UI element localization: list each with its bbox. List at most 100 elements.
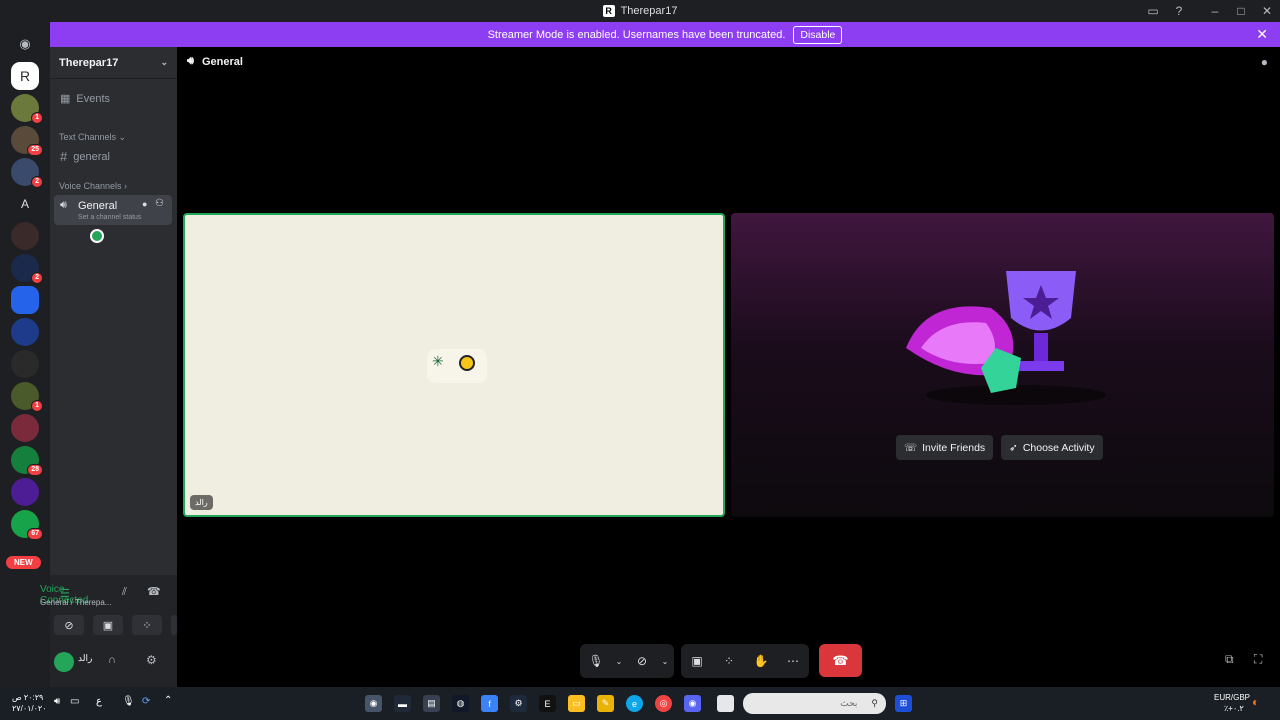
- rocket-icon: ➶: [1009, 441, 1018, 454]
- participant-avatar: ✳: [427, 349, 487, 383]
- mention-badge: 1: [31, 400, 43, 412]
- add-friend-icon: ☏: [904, 441, 918, 454]
- network-icon[interactable]: ▭: [70, 696, 79, 707]
- trophy-illustration-icon: [906, 271, 1106, 405]
- server-icon-2[interactable]: 25: [11, 126, 43, 156]
- voice-member-avatar[interactable]: [90, 229, 104, 243]
- server-icon-3[interactable]: 2: [11, 158, 43, 188]
- taskbar-app-5[interactable]: f: [481, 695, 498, 712]
- server-icon-therepar[interactable]: R: [11, 62, 39, 90]
- participant-name: رالد: [190, 495, 213, 510]
- server-icon-12[interactable]: [11, 478, 39, 506]
- voice-category-label: Voice Channels: [59, 181, 122, 191]
- discord-taskbar-icon[interactable]: ◉: [684, 695, 701, 712]
- server-icon-11[interactable]: 28: [11, 446, 43, 476]
- disconnect-icon[interactable]: ☎: [147, 585, 161, 598]
- edge-icon[interactable]: e: [626, 695, 643, 712]
- screen-share-button[interactable]: ▣: [681, 644, 713, 678]
- disable-streamer-button[interactable]: Disable: [793, 25, 843, 44]
- server-icon-9[interactable]: 1: [11, 382, 43, 412]
- epic-icon[interactable]: E: [539, 695, 556, 712]
- server-icon-7[interactable]: [11, 318, 39, 346]
- server-icon-6[interactable]: [11, 286, 39, 314]
- mic-button[interactable]: 🎙︎: [580, 644, 612, 678]
- events-item[interactable]: ▦ Events: [50, 92, 177, 106]
- fullscreen-icon[interactable]: ⛶: [1254, 652, 1262, 667]
- server-icon-10[interactable]: [11, 414, 39, 442]
- tray-overflow-icon[interactable]: ⌃: [164, 695, 172, 706]
- more-options-button[interactable]: ⋯: [777, 644, 809, 678]
- av-controls: 🎙︎ ⌄ ⊘ ⌄: [580, 644, 674, 678]
- maximize-button[interactable]: □: [1228, 4, 1254, 18]
- soundboard-button[interactable]: ✋: [745, 644, 777, 678]
- server-icon-8[interactable]: [11, 350, 39, 378]
- weather-icon[interactable]: ◐: [1252, 695, 1259, 709]
- channel-general-text[interactable]: # general: [50, 149, 177, 164]
- close-banner-icon[interactable]: ✕: [1256, 26, 1268, 43]
- invite-friends-button[interactable]: ☏ Invite Friends: [896, 435, 994, 460]
- mention-badge: 28: [27, 464, 43, 476]
- palm-emblem-icon: ✳: [432, 353, 444, 369]
- server-icon-13[interactable]: 67: [11, 510, 43, 540]
- username: رالد: [78, 653, 93, 663]
- clock-time[interactable]: ٢٠:٢٩ ص: [12, 693, 43, 702]
- voice-category[interactable]: Voice Channels ›: [59, 181, 127, 191]
- start-icon[interactable]: ⊞: [895, 695, 912, 712]
- popout-icon[interactable]: ⧉: [1225, 652, 1234, 667]
- mic-options-chevron-icon[interactable]: ⌄: [612, 644, 626, 678]
- voice-connection-panel: ☰ Voice Connected General / Therepa... ⫽…: [40, 575, 177, 687]
- steam-icon[interactable]: ⚙: [510, 695, 527, 712]
- chat-toggle-icon[interactable]: ●: [1261, 55, 1268, 69]
- window-title: Therepar17: [620, 5, 678, 17]
- taskbar-app-3[interactable]: ▤: [423, 695, 440, 712]
- minimize-button[interactable]: –: [1202, 4, 1228, 18]
- server-icon-letter[interactable]: A: [11, 190, 39, 218]
- server-header[interactable]: Therepar17 ⌄: [50, 47, 177, 79]
- discord-home-icon[interactable]: ◉: [11, 30, 39, 58]
- taskbar-app-1[interactable]: ◉: [365, 695, 382, 712]
- currency-change: ٪+٠.٢: [1224, 704, 1244, 713]
- user-avatar[interactable]: [54, 652, 74, 672]
- taskbar-search[interactable]: بحث ⚲: [743, 693, 886, 714]
- hash-icon: #: [60, 149, 68, 164]
- taskbar-app-7[interactable]: [717, 695, 734, 712]
- text-category[interactable]: Text Channels ⌄: [59, 132, 126, 143]
- currency-label[interactable]: EUR/GBP: [1214, 693, 1250, 702]
- participant-tile[interactable]: ✳ رالد: [183, 213, 725, 517]
- channel-general-voice[interactable]: 🔊︎ General Set a channel status ● ⚇: [54, 195, 172, 225]
- close-window-button[interactable]: ✕: [1254, 4, 1280, 18]
- leave-call-button[interactable]: ☎: [819, 644, 862, 677]
- invite-friends-label: Invite Friends: [922, 441, 986, 454]
- camera-off-button[interactable]: ⊘: [54, 615, 84, 635]
- activities-button[interactable]: ⁘: [132, 615, 162, 635]
- server-icon-5[interactable]: 2: [11, 254, 43, 284]
- screen-share-button[interactable]: ▣: [93, 615, 123, 635]
- camera-options-chevron-icon[interactable]: ⌄: [658, 644, 672, 678]
- new-servers-pill[interactable]: NEW: [6, 556, 41, 569]
- language-icon[interactable]: ع: [96, 696, 102, 707]
- taskbar-app-6[interactable]: ✎: [597, 695, 614, 712]
- channel-status[interactable]: Set a channel status: [78, 214, 141, 221]
- volume-icon[interactable]: 🔊︎: [54, 696, 60, 707]
- activities-button[interactable]: ⁘: [713, 644, 745, 678]
- invite-icon[interactable]: ⚇: [155, 198, 164, 209]
- inbox-icon[interactable]: ▭: [1140, 4, 1166, 18]
- chat-icon[interactable]: ●: [142, 199, 147, 209]
- file-explorer-icon[interactable]: ▭: [568, 695, 585, 712]
- noise-suppression-icon[interactable]: ⫽: [122, 586, 127, 599]
- camera-off-button[interactable]: ⊘: [626, 644, 658, 678]
- banner-text: Streamer Mode is enabled. Usernames have…: [487, 28, 786, 41]
- chrome-icon[interactable]: ◎: [655, 695, 672, 712]
- refresh-tray-icon[interactable]: ⟳: [142, 696, 150, 707]
- taskbar-app-4[interactable]: ◍: [452, 695, 469, 712]
- taskbar-app-2[interactable]: ▬: [394, 695, 411, 712]
- server-icon-1[interactable]: 1: [11, 94, 43, 124]
- mic-tray-icon[interactable]: 🎙︎: [122, 696, 135, 707]
- search-placeholder: بحث: [840, 698, 858, 708]
- server-icon-4[interactable]: [11, 222, 39, 250]
- settings-gear-icon[interactable]: ⚙: [146, 653, 157, 667]
- help-icon[interactable]: ?: [1166, 4, 1192, 18]
- headphones-icon[interactable]: ∩: [108, 654, 116, 666]
- choose-activity-button[interactable]: ➶ Choose Activity: [1001, 435, 1103, 460]
- clock-date[interactable]: ٢٧/٠١/٠٢٠: [12, 704, 47, 713]
